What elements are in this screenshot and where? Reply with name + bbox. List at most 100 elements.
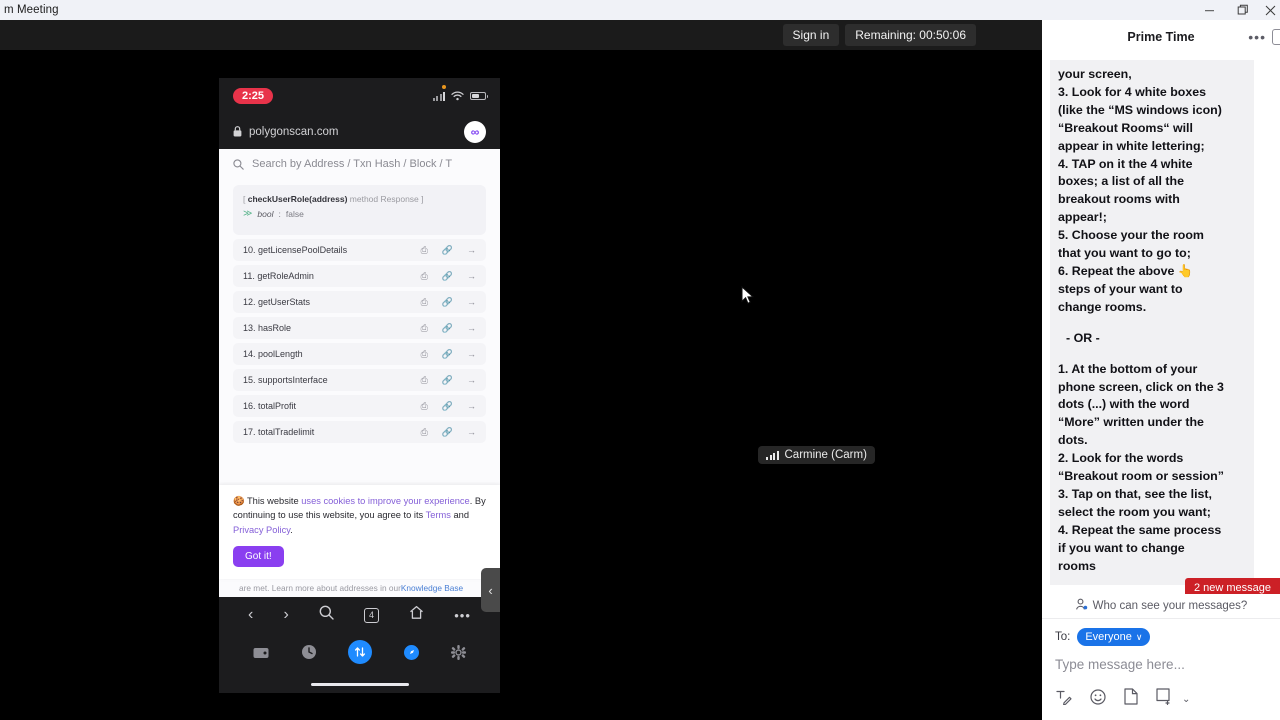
cookie-link-terms[interactable]: Terms — [426, 510, 451, 520]
file-icon[interactable] — [1124, 688, 1138, 710]
link-icon[interactable]: 🔗 — [442, 323, 453, 334]
msg-line-4: appear in white lettering; — [1058, 138, 1205, 153]
chevron-down-icon[interactable]: ⌄ — [1182, 694, 1190, 705]
msg-line-13: change rooms. — [1058, 299, 1147, 314]
function-row-12[interactable]: 12. getUserStats ⎙ 🔗 → — [233, 291, 486, 313]
browser-back-icon[interactable]: ‹ — [248, 606, 253, 624]
copy-icon[interactable]: ⎙ — [421, 297, 428, 308]
new-messages-badge[interactable]: 2 new message — [1184, 578, 1280, 594]
msg2-line-10: if you want to change — [1058, 540, 1185, 555]
chat-to-label: To: — [1055, 631, 1071, 643]
function-row-11[interactable]: 11. getRoleAdmin ⎙ 🔗 → — [233, 265, 486, 287]
msg2-line-0: 1. At the bottom of your — [1058, 361, 1198, 376]
settings-gear-icon[interactable] — [451, 644, 467, 660]
browser-more-icon[interactable]: ••• — [454, 608, 471, 623]
arrow-right-icon[interactable]: → — [467, 323, 476, 333]
msg-line-10: that you want to go to; — [1058, 246, 1191, 261]
cookie-link-cookies[interactable]: uses cookies to improve your experience — [301, 496, 469, 506]
cookie-link-privacy[interactable]: Privacy Policy — [233, 525, 290, 535]
link-icon[interactable]: 🔗 — [442, 245, 453, 256]
chat-input-placeholder: Type message here... — [1055, 657, 1185, 672]
chat-message-list[interactable]: your screen, 3. Look for 4 white boxes (… — [1042, 54, 1280, 594]
function-row-16[interactable]: 16. totalProfit ⎙ 🔗 → — [233, 395, 486, 417]
chat-popout-icon[interactable] — [1272, 29, 1280, 45]
fn-index: 16. — [243, 401, 256, 411]
msg2-line-11: rooms — [1058, 558, 1096, 573]
wallet-icon[interactable] — [253, 646, 269, 659]
fn-label: supportsInterface — [258, 375, 328, 385]
msg-spacer — [1058, 317, 1246, 330]
site-search-input[interactable]: Search by Address / Txn Hash / Block / T — [219, 149, 500, 179]
arrow-right-icon[interactable]: → — [467, 375, 476, 385]
arrow-right-icon[interactable]: → — [467, 349, 476, 359]
function-row-13[interactable]: 13. hasRole ⎙ 🔗 → — [233, 317, 486, 339]
response-result: false — [285, 208, 304, 219]
function-row-10[interactable]: 10. getLicensePoolDetails ⎙ 🔗 → — [233, 239, 486, 261]
copy-icon[interactable]: ⎙ — [421, 375, 428, 386]
wifi-icon — [451, 91, 464, 101]
emoji-icon[interactable] — [1090, 688, 1106, 710]
sign-in-button[interactable]: Sign in — [782, 24, 840, 46]
share-panel-collapse-handle[interactable]: ‹ — [481, 568, 500, 612]
who-can-see-row[interactable]: Who can see your messages? — [1042, 594, 1280, 618]
function-row-15[interactable]: 15. supportsInterface ⎙ 🔗 → — [233, 369, 486, 391]
fn-index: 17. — [243, 427, 256, 437]
msg2-line-7: 3. Tap on that, see the list, — [1058, 486, 1212, 501]
arrow-right-icon[interactable]: → — [467, 271, 476, 281]
knowledge-base-link[interactable]: Knowledge Base — [401, 583, 463, 593]
chat-more-options-icon[interactable]: ••• — [1248, 30, 1266, 44]
cookie-accept-button[interactable]: Got it! — [233, 546, 284, 567]
chat-message-input[interactable]: Type message here... — [1042, 649, 1280, 688]
function-row-14[interactable]: 14. poolLength ⎙ 🔗 → — [233, 343, 486, 365]
fn-label: getLicensePoolDetails — [258, 245, 348, 255]
kb-text: are met. Learn more about addresses in o… — [239, 583, 401, 593]
phone-url-text: polygonscan.com — [249, 125, 339, 138]
copy-icon[interactable]: ⎙ — [421, 349, 428, 360]
meeting-stage: Sign in Remaining: 00:50:06 2:25 polygon… — [0, 20, 1042, 720]
copy-icon[interactable]: ⎙ — [421, 323, 428, 334]
participant-name: Carmine (Carm) — [784, 449, 867, 461]
function-list: 10. getLicensePoolDetails ⎙ 🔗 → 11. getRol… — [219, 239, 500, 443]
browser-tabs-icon[interactable]: 4 — [364, 607, 380, 623]
fn-index: 11. — [243, 271, 255, 281]
history-clock-icon[interactable] — [301, 644, 317, 660]
phone-web-page: Search by Address / Txn Hash / Block / T… — [219, 149, 500, 597]
link-icon[interactable]: 🔗 — [442, 297, 453, 308]
close-icon[interactable] — [1260, 0, 1280, 20]
function-row-17[interactable]: 17. totalTradelimit ⎙ 🔗 → — [233, 421, 486, 443]
copy-icon[interactable]: ⎙ — [421, 401, 428, 412]
link-icon[interactable]: 🔗 — [442, 349, 453, 360]
link-icon[interactable]: 🔗 — [442, 401, 453, 412]
restore-icon[interactable] — [1226, 0, 1260, 20]
arrow-right-icon[interactable]: → — [467, 427, 476, 437]
sticker-icon[interactable] — [1156, 688, 1172, 710]
format-icon[interactable] — [1056, 689, 1072, 710]
msg-line-8: appear!; — [1058, 210, 1107, 225]
copy-icon[interactable]: ⎙ — [421, 271, 428, 282]
browser-forward-icon[interactable]: › — [283, 606, 288, 624]
swap-arrows-icon[interactable] — [348, 640, 373, 664]
msg2-line-8: select the room you want; — [1058, 504, 1211, 519]
copy-icon[interactable]: ⎙ — [421, 245, 428, 256]
browser-search-icon[interactable] — [319, 605, 334, 625]
minimize-icon[interactable] — [1192, 0, 1226, 20]
chat-recipient-dropdown[interactable]: Everyone ∨ — [1077, 628, 1151, 646]
cookie-icon: 🍪 — [233, 495, 245, 506]
compass-icon[interactable] — [404, 644, 420, 660]
window-title: m Meeting — [4, 4, 59, 16]
arrow-right-icon[interactable]: → — [467, 401, 476, 411]
arrow-right-icon[interactable]: → — [467, 297, 476, 307]
phone-address-bar[interactable]: polygonscan.com ∞ — [219, 114, 500, 149]
link-icon[interactable]: 🔗 — [442, 427, 453, 438]
response-chevron-icon: ≫ — [243, 208, 253, 218]
msg2-line-1: phone screen, click on the 3 — [1058, 379, 1224, 394]
copy-icon[interactable]: ⎙ — [421, 427, 428, 438]
signal-bars-icon — [432, 91, 445, 101]
link-icon[interactable]: 🔗 — [442, 271, 453, 282]
link-icon[interactable]: 🔗 — [442, 375, 453, 386]
fn-label: getRoleAdmin — [257, 271, 314, 281]
cookie-banner: 🍪 This website uses cookies to improve y… — [219, 484, 500, 579]
app-root: m Meeting Sign in Remaining: 00:50:06 2:… — [0, 0, 1280, 720]
browser-home-icon[interactable] — [409, 605, 424, 625]
arrow-right-icon[interactable]: → — [467, 245, 476, 255]
